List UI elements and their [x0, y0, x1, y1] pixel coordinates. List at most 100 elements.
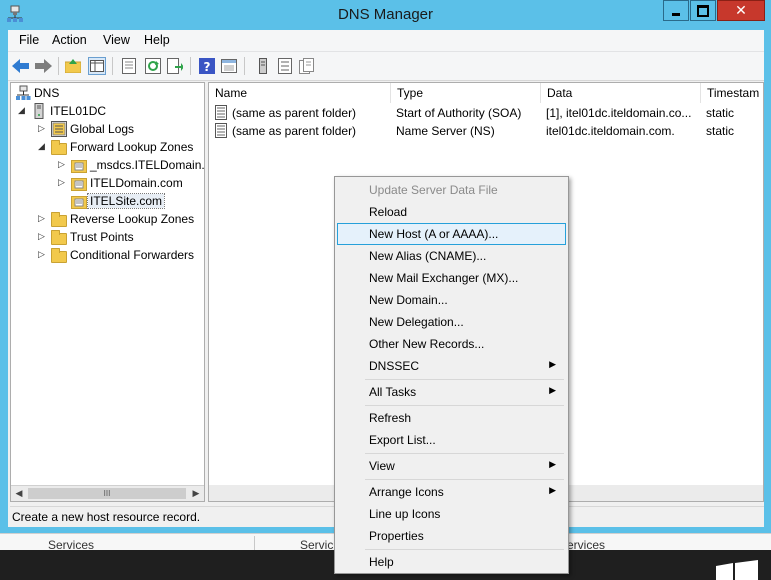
- console-icon[interactable]: [220, 57, 238, 75]
- expand-icon[interactable]: ▷: [37, 214, 46, 224]
- up-folder-icon[interactable]: [64, 57, 82, 75]
- tree-item-server[interactable]: ◢ ITEL01DC: [17, 102, 106, 120]
- menu-item-label: All Tasks: [369, 385, 417, 399]
- zone-icon: [71, 178, 87, 191]
- maximize-button[interactable]: [690, 0, 716, 21]
- tree-horizontal-scrollbar[interactable]: ◀ III ▶: [11, 485, 204, 501]
- folder-icon: [51, 211, 67, 227]
- menu-item-dnssec[interactable]: DNSSEC ▶: [337, 355, 566, 377]
- folder-icon: [51, 247, 67, 263]
- column-header-timestamp[interactable]: Timestam: [701, 83, 763, 103]
- logs-icon: [51, 121, 67, 137]
- toolbar-separator: [244, 57, 245, 75]
- menu-item-label: New Alias (CNAME)...: [369, 249, 487, 263]
- menu-item-label: New Host (A or AAAA)...: [369, 227, 499, 241]
- tree-label-forward-lookup-zones: Forward Lookup Zones: [70, 140, 194, 154]
- column-header-data[interactable]: Data: [541, 83, 701, 103]
- submenu-arrow-icon: ▶: [549, 360, 556, 370]
- tree-item-zone-iteldomain[interactable]: ▷ ITELDomain.com: [57, 174, 183, 192]
- record-timestamp: static: [706, 106, 735, 120]
- expand-icon[interactable]: ▷: [37, 232, 46, 242]
- menu-item-new-domain[interactable]: New Domain...: [337, 289, 566, 311]
- column-header-name[interactable]: Name: [209, 83, 391, 103]
- tree-pane[interactable]: DNS ◢ ITEL01DC ▷ Global Logs ◢ Forward L…: [10, 82, 205, 502]
- menu-item-new-host[interactable]: New Host (A or AAAA)...: [337, 223, 566, 245]
- scroll-thumb[interactable]: III: [28, 488, 186, 499]
- tree-item-trust-points[interactable]: ▷ Trust Points: [37, 228, 134, 246]
- menu-item-label: New Domain...: [369, 293, 448, 307]
- records-icon[interactable]: [298, 57, 316, 75]
- menu-separator: [365, 379, 564, 380]
- expand-icon[interactable]: ▷: [57, 160, 66, 170]
- menu-item-arrange-icons[interactable]: Arrange Icons ▶: [337, 481, 566, 503]
- menu-file[interactable]: File: [15, 33, 43, 47]
- menu-item-all-tasks[interactable]: All Tasks ▶: [337, 381, 566, 403]
- menu-item-refresh[interactable]: Refresh: [337, 407, 566, 429]
- menu-item-new-mail-exchanger[interactable]: New Mail Exchanger (MX)...: [337, 267, 566, 289]
- list-icon[interactable]: [276, 57, 294, 75]
- scroll-left-icon[interactable]: ◀: [11, 486, 27, 501]
- menu-item-reload[interactable]: Reload: [337, 201, 566, 223]
- record-name: (same as parent folder): [232, 124, 357, 138]
- menu-item-label: Update Server Data File: [369, 183, 498, 197]
- title-bar[interactable]: DNS Manager ✕: [0, 0, 771, 30]
- menu-item-new-delegation[interactable]: New Delegation...: [337, 311, 566, 333]
- menu-action[interactable]: Action: [48, 33, 91, 47]
- column-header-type[interactable]: Type: [391, 83, 541, 103]
- server-icon[interactable]: [254, 57, 272, 75]
- minimize-button[interactable]: [663, 0, 689, 21]
- collapse-icon[interactable]: ◢: [17, 106, 26, 116]
- menu-item-help[interactable]: Help: [337, 551, 566, 573]
- windows-logo-icon[interactable]: [716, 560, 758, 580]
- back-arrow-icon[interactable]: [12, 57, 30, 75]
- help-icon[interactable]: ?: [198, 57, 216, 75]
- zone-icon: [71, 196, 87, 209]
- expand-icon[interactable]: ▷: [37, 250, 46, 260]
- record-name: (same as parent folder): [232, 106, 357, 120]
- menu-separator: [365, 405, 564, 406]
- menu-item-properties[interactable]: Properties: [337, 525, 566, 547]
- record-row[interactable]: (same as parent folder) Start of Authori…: [209, 104, 763, 122]
- tree-label-zone-itelsite: ITELSite.com: [86, 193, 166, 209]
- tree-item-reverse-lookup-zones[interactable]: ▷ Reverse Lookup Zones: [37, 210, 194, 228]
- tree-item-dns[interactable]: DNS: [15, 84, 59, 102]
- zone-icon: [71, 160, 87, 173]
- menu-item-label: New Mail Exchanger (MX)...: [369, 271, 519, 285]
- expand-icon[interactable]: ▷: [57, 178, 66, 188]
- menu-help[interactable]: Help: [140, 33, 174, 47]
- expand-icon[interactable]: ▷: [37, 124, 46, 134]
- tree-label-dns: DNS: [34, 86, 60, 100]
- record-row[interactable]: (same as parent folder) Name Server (NS)…: [209, 122, 763, 140]
- menu-item-label: Properties: [369, 529, 424, 543]
- submenu-arrow-icon: ▶: [549, 386, 556, 396]
- dns-icon: [16, 85, 31, 100]
- tree-item-global-logs[interactable]: ▷ Global Logs: [37, 120, 134, 138]
- menu-item-label: New Delegation...: [369, 315, 464, 329]
- properties-icon[interactable]: [120, 57, 138, 75]
- show-hide-tree-icon[interactable]: [88, 57, 106, 75]
- menu-separator: [365, 549, 564, 550]
- menu-item-export-list[interactable]: Export List...: [337, 429, 566, 451]
- menu-item-label: Arrange Icons: [369, 485, 444, 499]
- menu-item-update-server-data-file[interactable]: Update Server Data File: [337, 179, 566, 201]
- tree-label-zone-iteldomain: ITELDomain.com: [90, 176, 183, 190]
- export-list-icon[interactable]: [166, 57, 184, 75]
- tree-item-zone-msdcs[interactable]: ▷ _msdcs.ITELDomain.c: [57, 156, 204, 174]
- scroll-right-icon[interactable]: ▶: [188, 486, 204, 501]
- collapse-icon[interactable]: ◢: [37, 142, 46, 152]
- refresh-icon[interactable]: [144, 57, 162, 75]
- tree-item-forward-lookup-zones[interactable]: ◢ Forward Lookup Zones: [37, 138, 193, 156]
- menu-item-view[interactable]: View ▶: [337, 455, 566, 477]
- svg-text:?: ?: [204, 60, 211, 74]
- tree-item-conditional-forwarders[interactable]: ▷ Conditional Forwarders: [37, 246, 194, 264]
- menu-separator: [365, 453, 564, 454]
- menu-view[interactable]: View: [99, 33, 134, 47]
- close-button[interactable]: ✕: [717, 0, 765, 21]
- tree-item-zone-itelsite[interactable]: ITELSite.com: [71, 192, 166, 210]
- tree-label-trust-points: Trust Points: [70, 230, 134, 244]
- menu-item-label: Line up Icons: [369, 507, 441, 521]
- menu-item-new-alias[interactable]: New Alias (CNAME)...: [337, 245, 566, 267]
- forward-arrow-icon[interactable]: [34, 57, 52, 75]
- menu-item-other-new-records[interactable]: Other New Records...: [337, 333, 566, 355]
- menu-item-line-up-icons[interactable]: Line up Icons: [337, 503, 566, 525]
